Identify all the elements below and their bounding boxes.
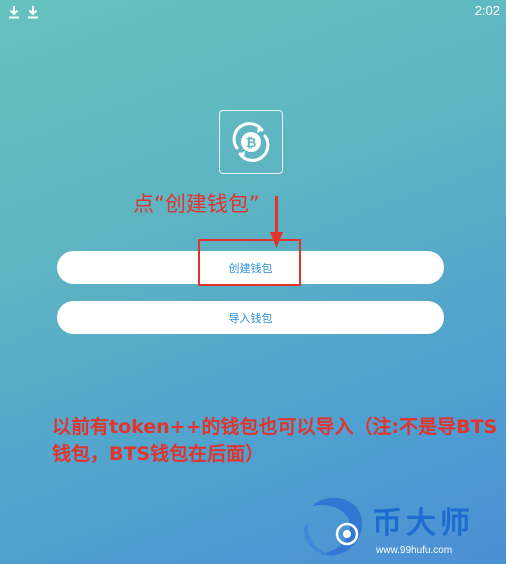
- watermark: 币大师 www.99hufu.com: [300, 492, 506, 564]
- bitcoin-refresh-icon: ₿: [232, 122, 270, 162]
- annotation-bottom-note: 以前有token++的钱包也可以导入（注:不是导BTS钱包，BTS钱包在后面）: [52, 416, 498, 465]
- svg-text:₿: ₿: [246, 136, 257, 151]
- annotation-highlight-box: [198, 239, 301, 286]
- download-icon: [8, 5, 20, 19]
- status-bar: 2:02: [0, 0, 506, 24]
- watermark-logo-icon: [303, 497, 362, 557]
- app-logo: ₿: [219, 110, 283, 174]
- watermark-title: 币大师: [372, 506, 474, 541]
- annotation-top-hint: 点“创建钱包”: [133, 192, 260, 216]
- status-time: 2:02: [474, 3, 500, 18]
- watermark-url: www.99hufu.com: [376, 545, 453, 556]
- import-wallet-button[interactable]: 导入钱包: [57, 301, 444, 334]
- import-wallet-label: 导入钱包: [228, 311, 273, 325]
- download-icon: [27, 5, 39, 19]
